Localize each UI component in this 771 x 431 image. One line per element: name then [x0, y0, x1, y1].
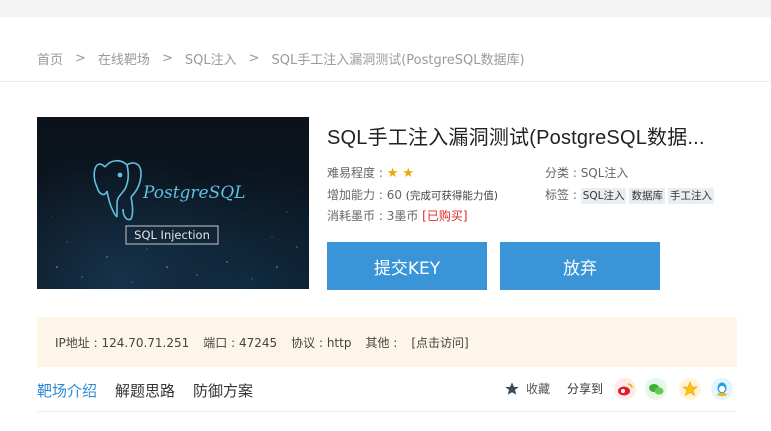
breadcrumb-separator: > [75, 50, 86, 66]
abandon-button[interactable]: 放弃 [500, 242, 660, 290]
qzone-icon[interactable] [679, 378, 701, 400]
protocol-info: 协议 : http [291, 335, 352, 350]
cost-label: 消耗墨币 : [327, 209, 383, 223]
ability-note: (完成可获得能力值) [405, 190, 498, 202]
category-label: 分类 : [545, 166, 577, 180]
content-tabs: 靶场介绍 解题思路 防御方案 [37, 380, 253, 400]
breadcrumb-home[interactable]: 首页 [37, 49, 63, 68]
tab-range-intro[interactable]: 靶场介绍 [37, 380, 97, 400]
ip-value: 124.70.71.251 [101, 335, 190, 350]
breadcrumb-separator: > [248, 50, 260, 66]
ip-info: IP地址 : 124.70.71.251 [55, 335, 190, 350]
breadcrumb-current: SQL手工注入漏洞测试(PostgreSQL数据库) [271, 52, 525, 68]
tab-defense-plan[interactable]: 防御方案 [193, 380, 253, 400]
ability-row: 增加能力 : 60 (完成可获得能力值) [327, 186, 498, 203]
tag-sql-injection[interactable]: SQL注入 [580, 188, 627, 204]
divider [37, 411, 737, 412]
cost-value: 3墨币 [386, 209, 419, 223]
breadcrumb-separator: > [161, 50, 173, 66]
port-value: 47245 [238, 335, 278, 350]
cover-artwork: PostgreSQL SQL Injection [51, 159, 298, 283]
challenge-title: SQL手工注入漏洞测试(PostgreSQL数据... [327, 127, 705, 149]
visit-link[interactable]: [点击访问] [411, 334, 468, 351]
star-outline-icon [505, 381, 519, 395]
favorite-button[interactable]: 收藏 [504, 380, 550, 397]
wechat-icon[interactable] [645, 378, 667, 400]
cover-logo-text: PostgreSQL [142, 183, 245, 203]
difficulty-label: 难易程度 : [327, 166, 383, 180]
qq-icon[interactable] [711, 378, 733, 400]
tag-manual-injection[interactable]: 手工注入 [667, 188, 714, 204]
protocol-value: http [326, 335, 352, 350]
weibo-icon[interactable] [614, 378, 636, 400]
favorite-label: 收藏 [526, 382, 551, 396]
share-label: 分享到 [567, 382, 604, 396]
category-row: 分类 : SQL注入 [545, 164, 628, 181]
tags-label: 标签 : [545, 188, 577, 202]
tag-database[interactable]: 数据库 [629, 188, 665, 204]
ability-value: 60 [386, 188, 402, 202]
star-icon: ★ [402, 166, 414, 181]
cover-badge-text: SQL Injection [134, 228, 210, 242]
difficulty-row: 难易程度 : ★ ★ [327, 164, 418, 181]
category-value: SQL注入 [580, 166, 629, 180]
breadcrumb-sql-injection[interactable]: SQL注入 [185, 49, 237, 68]
tags-row: 标签 : SQL注入 数据库 手工注入 [545, 186, 717, 204]
submit-key-button[interactable]: 提交KEY [327, 242, 487, 290]
challenge-cover-image: PostgreSQL SQL Injection [37, 117, 309, 289]
cost-row: 消耗墨币 : 3墨币 [已购买] [327, 207, 468, 224]
divider [0, 81, 771, 82]
breadcrumb-online-range[interactable]: 在线靶场 [98, 49, 150, 68]
postgresql-elephant-icon [93, 159, 142, 221]
port-info: 端口 : 47245 [203, 335, 278, 350]
bought-status: [已购买] [422, 209, 468, 223]
top-bar [0, 0, 771, 17]
star-icon: ★ [386, 166, 399, 181]
target-info-bar: IP地址 : 124.70.71.251 端口 : 47245 协议 : htt… [37, 317, 737, 367]
ability-label: 增加能力 : [327, 188, 383, 202]
breadcrumb: 首页 > 在线靶场 > SQL注入 > SQL手工注入漏洞测试(PostgreS… [37, 49, 525, 68]
other-label: 其他 : [365, 335, 398, 350]
tab-solution-ideas[interactable]: 解题思路 [115, 380, 175, 400]
